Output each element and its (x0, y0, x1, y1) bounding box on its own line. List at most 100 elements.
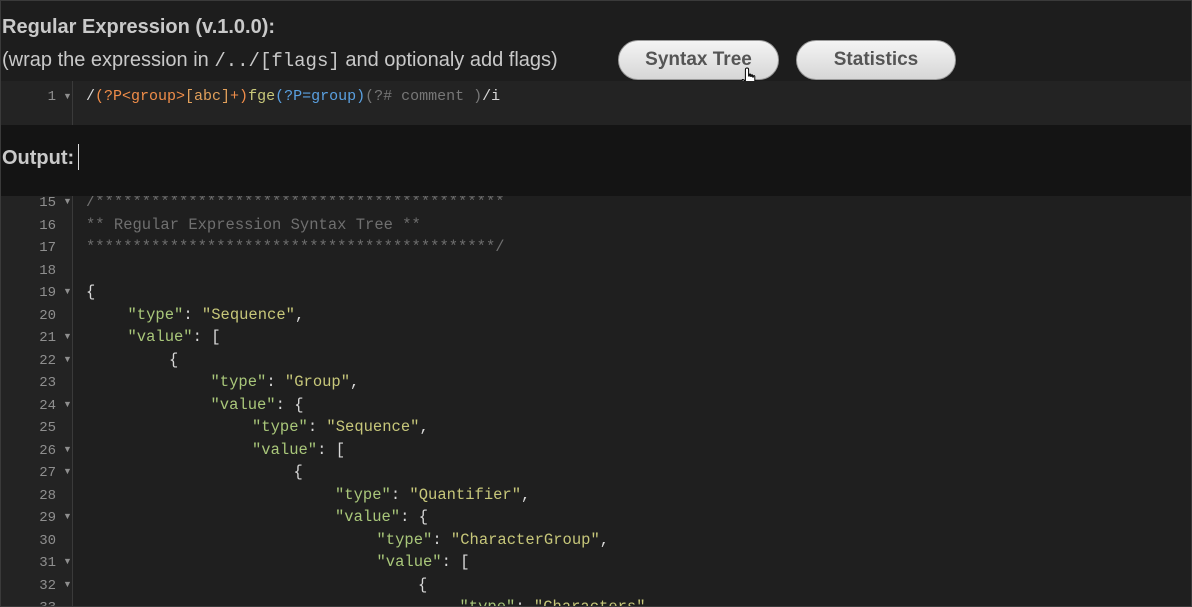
line-number: 19 (39, 285, 56, 301)
page-title: Regular Expression (v.1.0.0): (2, 16, 276, 38)
line-number: 21 (39, 330, 56, 346)
fold-arrow-icon[interactable]: ▼ (63, 399, 72, 409)
code-line: 23 "type": "Group", (1, 372, 1191, 395)
line-number: 17 (39, 240, 56, 256)
code-token: "type" (127, 305, 184, 324)
code-text: { (169, 351, 178, 369)
regex-token: / (86, 88, 96, 105)
code-line: 15 ▼ /************************************… (1, 196, 1191, 215)
code-line: 22 ▼ { (1, 350, 1191, 373)
regex-input-editor[interactable]: 1 ▼ /(?P<group>[abc]+)fge(?P=group)(?# c… (1, 81, 1191, 125)
code-text: { (418, 576, 427, 594)
code-text: { (294, 463, 303, 481)
output-editor[interactable]: 15 ▼ /************************************… (1, 196, 1191, 607)
code-line: 17 **************************************… (1, 237, 1191, 260)
code-line: 28 "type": "Quantifier", (1, 485, 1191, 508)
code-token: , (521, 485, 531, 504)
fold-arrow-icon[interactable]: ▼ (63, 196, 72, 206)
code-token: , (599, 530, 610, 549)
code-text: "type": "Characters" (460, 598, 646, 607)
code-line: 30 "type": "CharacterGroup", (1, 530, 1191, 553)
code-text: "value": { (211, 396, 304, 414)
code-text: "value": [ (377, 553, 470, 571)
fold-arrow-icon[interactable]: ▼ (63, 444, 72, 454)
code-token: , (419, 418, 429, 436)
line-number: 16 (39, 217, 56, 234)
code-token: "type" (252, 418, 308, 436)
regex-token: fge (248, 88, 276, 105)
hint-suffix: and optionaly add flags) (339, 49, 558, 71)
regex-expression[interactable]: /(?P<group>[abc]+)fge(?P=group)(?# comme… (86, 88, 500, 105)
code-token: "CharacterGroup" (450, 530, 600, 549)
code-token: { (169, 350, 179, 369)
regex-token: /i (482, 88, 501, 105)
code-token: : [ (192, 328, 221, 346)
code-token: : [ (317, 440, 346, 459)
line-number: 20 (39, 307, 56, 324)
line-number: 23 (39, 375, 56, 391)
fold-arrow-icon[interactable]: ▼ (63, 91, 72, 101)
line-number: 24 (39, 397, 56, 414)
code-text: ****************************************… (86, 238, 505, 256)
input-gutter: 1 ▼ (1, 81, 73, 125)
code-token: "type" (335, 485, 391, 504)
fold-arrow-icon[interactable]: ▼ (63, 511, 72, 521)
code-token: "type" (210, 373, 267, 391)
code-text: "type": "Sequence", (252, 418, 429, 436)
regex-token: (?P=group) (275, 88, 366, 105)
code-text: { (86, 283, 95, 301)
line-number: 30 (39, 532, 56, 549)
regex-token: +) (230, 88, 249, 105)
fold-arrow-icon[interactable]: ▼ (63, 556, 72, 566)
code-line: 24 ▼ "value": { (1, 395, 1191, 418)
line-number: 25 (39, 420, 56, 436)
output-label: Output: (2, 147, 75, 169)
line-number: 33 (1, 600, 56, 606)
regex-token: (?P<group> (95, 88, 186, 105)
code-token: "value" (252, 440, 318, 459)
code-token: "value" (335, 508, 401, 526)
code-line: 25 "type": "Sequence", (1, 417, 1191, 440)
fold-arrow-icon[interactable]: ▼ (63, 286, 72, 296)
code-token: /***************************************… (86, 196, 505, 211)
code-token: : (390, 485, 410, 504)
hint-code-flags: [flags] (259, 50, 340, 72)
code-token: ****************************************… (86, 238, 505, 256)
code-text: "type": "Quantifier", (335, 486, 530, 504)
code-line: 31 ▼ "value": [ (1, 552, 1191, 575)
fold-arrow-icon[interactable]: ▼ (63, 331, 72, 341)
code-token: { (86, 283, 96, 301)
fold-arrow-icon[interactable]: ▼ (63, 466, 72, 476)
text-caret (78, 144, 79, 170)
line-number: 15 (39, 196, 56, 211)
hint-code-wrap: /../ (214, 50, 260, 72)
code-token: : (515, 598, 534, 607)
code-line: 33 "type": "Characters" (1, 597, 1191, 607)
code-token: : (432, 530, 451, 549)
code-token: , (294, 305, 305, 324)
code-text: "type": "Sequence", (128, 306, 305, 324)
code-line: 26 ▼ "value": [ (1, 440, 1191, 463)
code-token: : { (275, 395, 304, 414)
line-number: 1 (47, 89, 56, 105)
fold-arrow-icon[interactable]: ▼ (63, 354, 72, 364)
code-line: 19 ▼ { (1, 282, 1191, 305)
statistics-button[interactable]: Statistics (796, 40, 956, 80)
code-line: 21 ▼ "value": [ (1, 327, 1191, 350)
code-token: "Quantifier" (409, 485, 522, 504)
code-line: 16 ** Regular Expression Syntax Tree ** (1, 215, 1191, 238)
code-line: 32 ▼ { (1, 575, 1191, 598)
code-line: 18 (1, 260, 1191, 283)
code-token: : { (400, 508, 429, 526)
fold-arrow-icon[interactable]: ▼ (63, 579, 72, 589)
line-number: 22 (39, 352, 56, 369)
code-token: "value" (376, 553, 442, 571)
code-token: : (266, 373, 285, 391)
code-token: { (293, 463, 303, 481)
regex-token: [abc] (185, 88, 231, 105)
regex-token: (?# comment ) (365, 88, 483, 105)
hint-prefix: (wrap the expression in (2, 49, 215, 71)
instructions-text: (wrap the expression in /../[flags] and … (2, 49, 558, 72)
code-text: /***************************************… (86, 196, 505, 211)
line-number: 29 (39, 510, 56, 526)
